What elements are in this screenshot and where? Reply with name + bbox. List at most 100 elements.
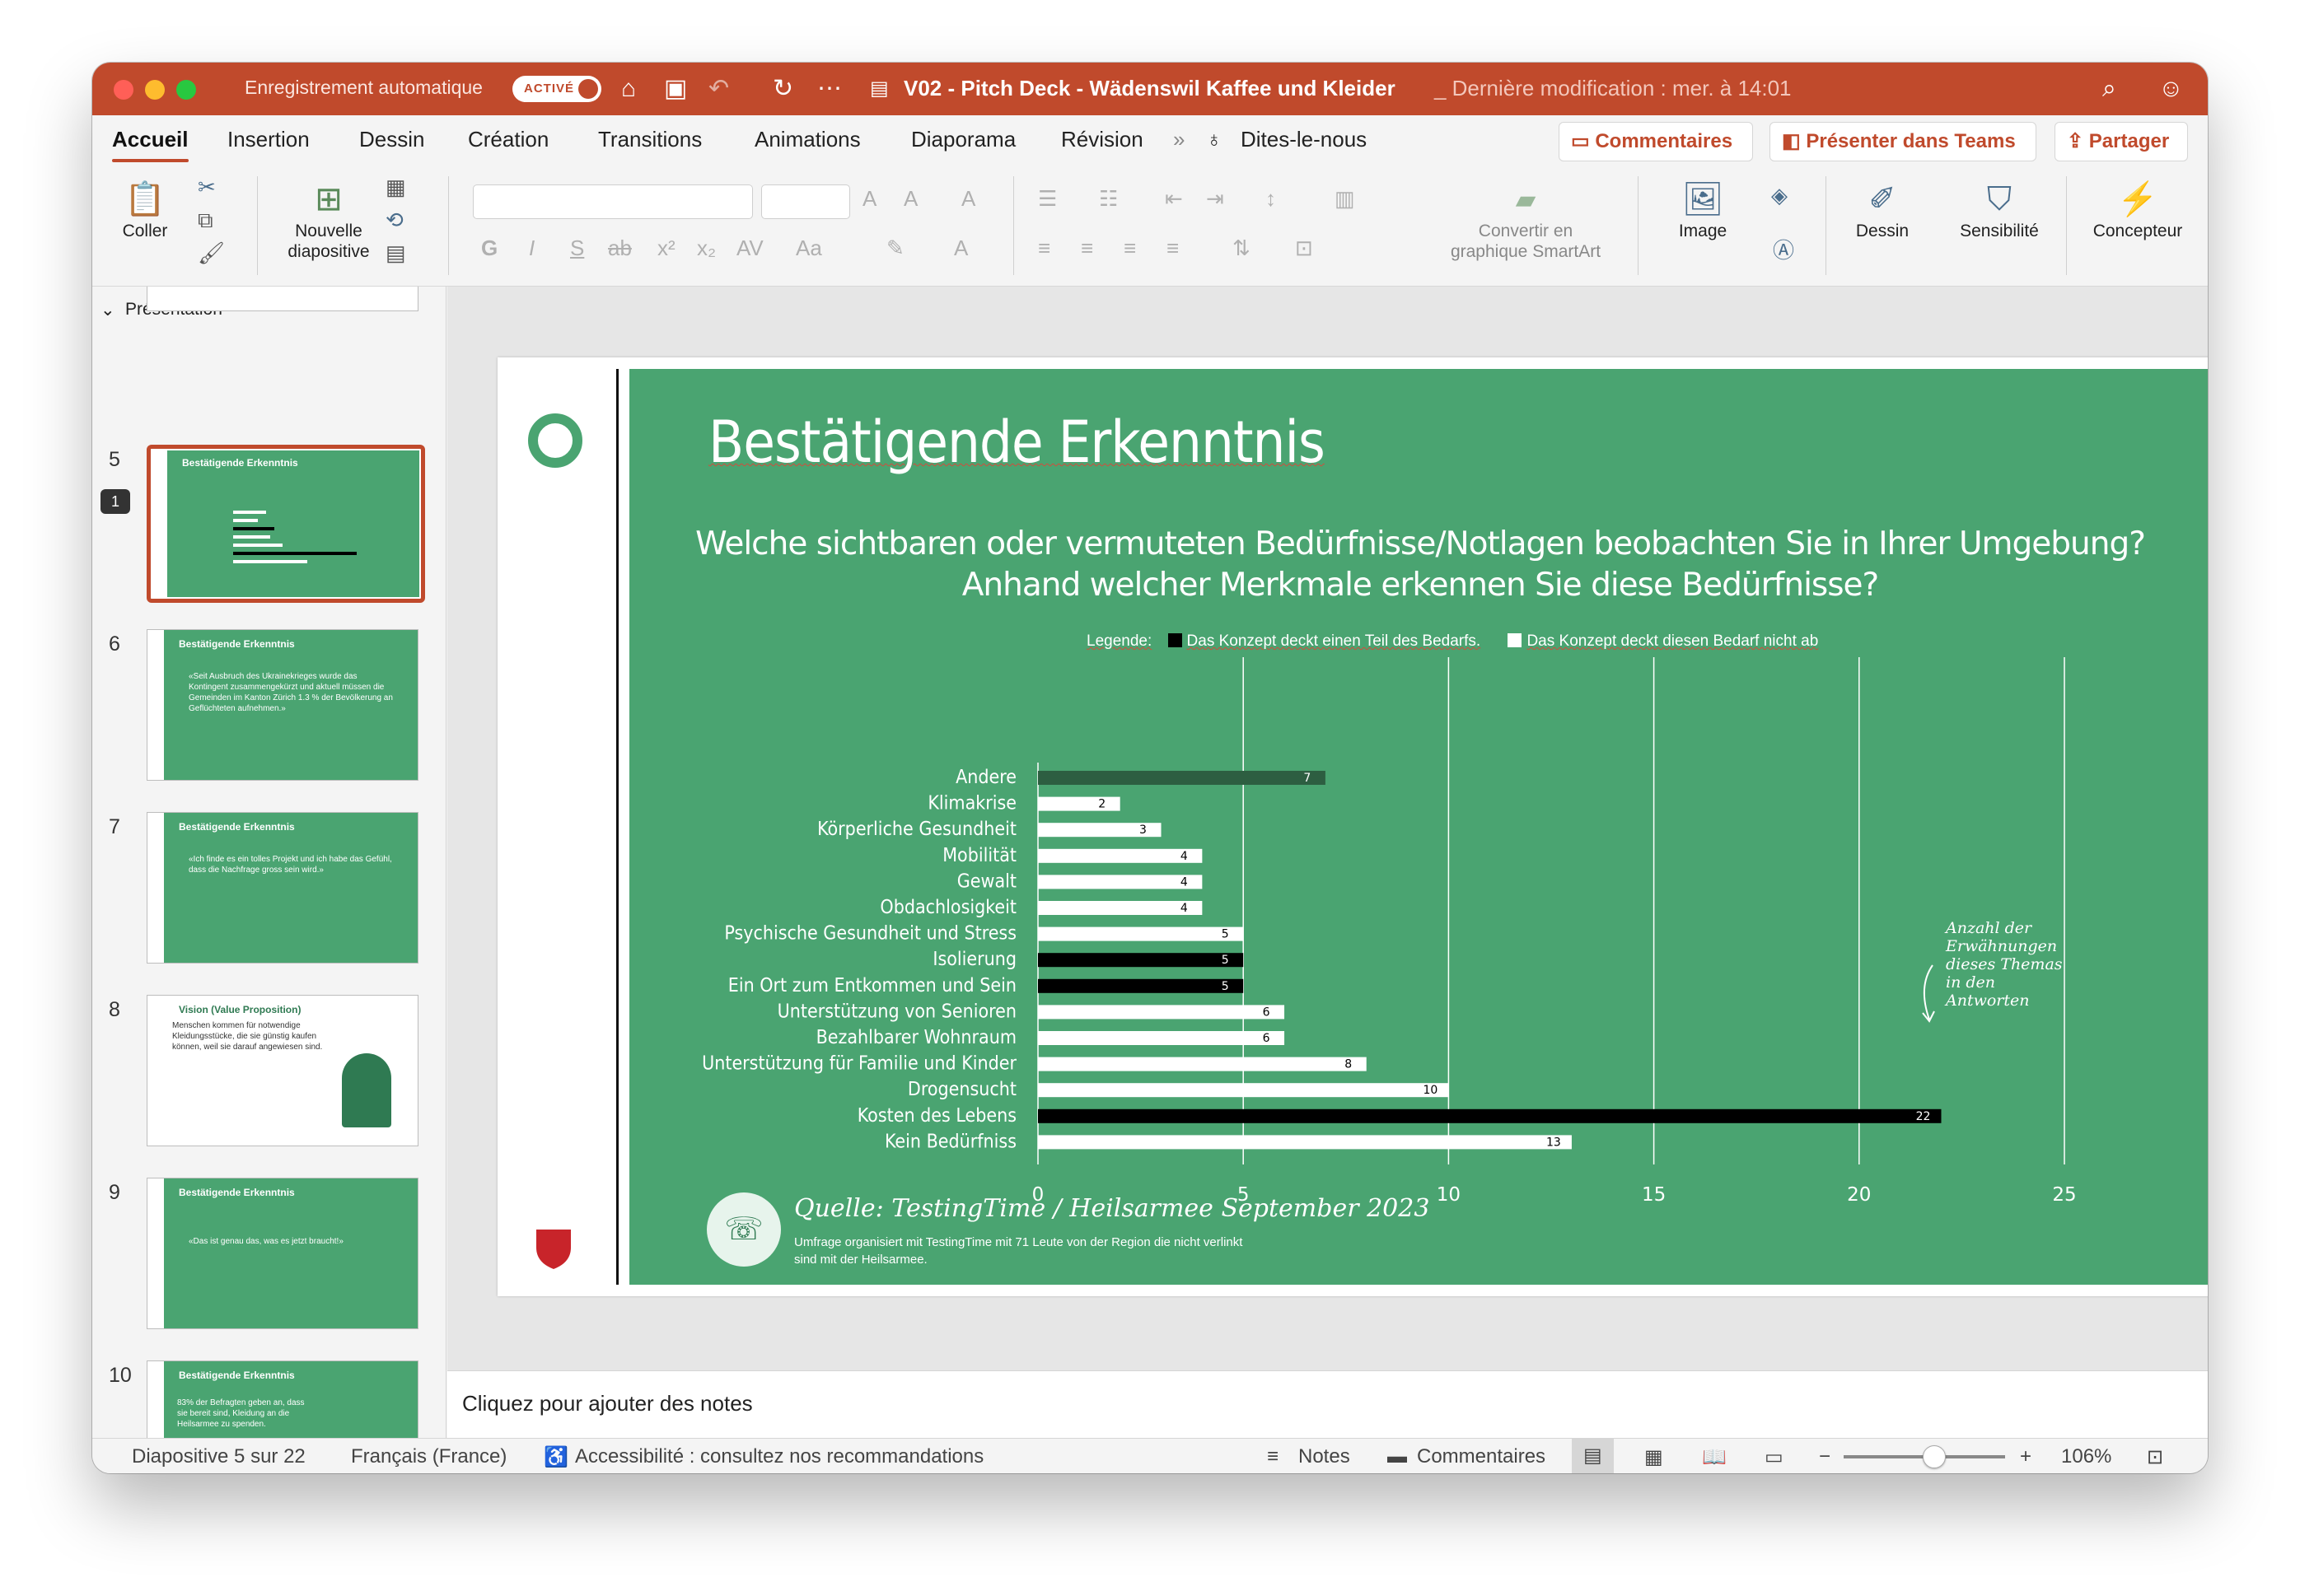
increase-indent-icon[interactable]: ⇥ bbox=[1206, 186, 1224, 212]
redo-icon[interactable]: ↻ bbox=[773, 72, 793, 105]
sensitivity-button[interactable]: ⛉ Sensibilité bbox=[1946, 178, 2053, 241]
strikethrough-icon[interactable]: ab bbox=[608, 236, 632, 261]
font-size-dropdown[interactable] bbox=[761, 184, 850, 219]
undo-icon[interactable]: ↶ bbox=[708, 72, 729, 105]
slide-thumbnail-8[interactable]: Vision (Value Proposition) Menschen komm… bbox=[147, 995, 418, 1146]
textbox-icon[interactable]: Ⓐ bbox=[1773, 234, 1794, 264]
shapes-icon[interactable]: ◈ bbox=[1771, 183, 1788, 208]
language-indicator[interactable]: Français (France) bbox=[351, 1445, 507, 1468]
share-people-icon[interactable]: ☺ bbox=[2158, 72, 2184, 105]
layout-icon[interactable]: ▦ bbox=[386, 175, 406, 200]
tab-revision[interactable]: Révision bbox=[1061, 127, 1143, 152]
align-left-icon[interactable]: ≡ bbox=[1038, 236, 1050, 261]
underline-icon[interactable]: S bbox=[570, 236, 584, 261]
bullets-icon[interactable]: ☰ bbox=[1038, 186, 1057, 212]
numbering-icon[interactable]: ☷ bbox=[1099, 186, 1118, 212]
section-icon[interactable]: ▤ bbox=[386, 240, 406, 266]
comment-badge[interactable]: 1 bbox=[101, 489, 130, 514]
line-spacing-icon[interactable]: ↕ bbox=[1265, 186, 1276, 212]
comments-toggle[interactable]: Commentaires bbox=[1417, 1445, 1545, 1468]
increase-font-icon[interactable]: A bbox=[862, 186, 877, 212]
superscript-icon[interactable]: x² bbox=[657, 236, 676, 261]
normal-view-icon[interactable]: ▤ bbox=[1572, 1439, 1614, 1473]
minimize-window-button[interactable] bbox=[145, 80, 165, 100]
close-window-button[interactable] bbox=[114, 80, 133, 100]
y-category-label: Mobilität bbox=[942, 845, 1017, 866]
draw-button[interactable]: ✐ Dessin bbox=[1837, 178, 1928, 241]
text-direction-icon[interactable]: ⇅ bbox=[1232, 236, 1251, 261]
paste-button[interactable]: 📋 Coller bbox=[112, 178, 178, 241]
slide-thumbnail-10[interactable]: Bestätigende Erkenntnis 83% der Befragte… bbox=[147, 1360, 418, 1438]
slide-thumbnail-5[interactable]: Bestätigende Erkenntnis bbox=[147, 445, 425, 603]
zoom-in-icon[interactable]: + bbox=[2020, 1445, 2031, 1468]
format-painter-icon[interactable]: 🖌 bbox=[198, 240, 225, 266]
notes-toggle[interactable]: Notes bbox=[1298, 1445, 1350, 1468]
clear-format-icon[interactable]: A bbox=[961, 186, 975, 212]
reading-view-icon[interactable]: 📖 bbox=[1702, 1445, 1727, 1469]
italic-icon[interactable]: I bbox=[529, 236, 535, 261]
zoom-slider-handle[interactable] bbox=[1922, 1445, 1946, 1468]
cut-icon[interactable]: ✂ bbox=[198, 175, 216, 200]
notes-pane[interactable]: Cliquez pour ajouter des notes bbox=[447, 1370, 2208, 1438]
slide-thumbnail-7[interactable]: Bestätigende Erkenntnis «Ich finde es ei… bbox=[147, 812, 418, 964]
highlight-icon[interactable]: ✎ bbox=[886, 236, 905, 261]
slide-content-panel: Bestätigende Erkenntnis Welche sichtbare… bbox=[629, 369, 2208, 1285]
comments-button[interactable]: ▭ Commentaires bbox=[1559, 122, 1753, 161]
accessibility-status[interactable]: Accessibilité : consultez nos recommanda… bbox=[575, 1445, 984, 1468]
section-presentation[interactable]: ⌄ bbox=[101, 300, 115, 320]
columns-icon[interactable]: ▥ bbox=[1335, 186, 1355, 212]
designer-button[interactable]: ⚡ Concepteur bbox=[2076, 178, 2199, 241]
tab-animations[interactable]: Animations bbox=[755, 127, 861, 152]
search-icon[interactable]: ⌕ bbox=[2102, 72, 2116, 105]
more-tabs-icon[interactable]: » bbox=[1173, 127, 1185, 152]
slideshow-icon[interactable]: ▭ bbox=[1765, 1445, 1783, 1469]
autosave-toggle[interactable]: ACTIVÉ bbox=[512, 76, 601, 102]
bar-value-label: 4 bbox=[1180, 902, 1188, 915]
convert-smartart-button[interactable]: ▰ Convertir en graphique SmartArt bbox=[1435, 178, 1616, 262]
subscript-icon[interactable]: x₂ bbox=[697, 236, 716, 261]
font-name-dropdown[interactable] bbox=[473, 184, 753, 219]
share-button[interactable]: ⇪ Partager bbox=[2055, 122, 2188, 161]
justify-icon[interactable]: ≡ bbox=[1166, 236, 1179, 261]
tab-accueil[interactable]: Accueil bbox=[112, 127, 189, 162]
more-icon[interactable]: ⋯ bbox=[817, 72, 842, 105]
present-in-teams-button[interactable]: ◧ Présenter dans Teams bbox=[1769, 122, 2036, 161]
home-icon[interactable]: ⌂ bbox=[621, 72, 636, 105]
fit-slide-icon[interactable]: ⊡ bbox=[2147, 1445, 2163, 1469]
change-case-icon[interactable]: Aa bbox=[796, 236, 822, 261]
tab-transitions[interactable]: Transitions bbox=[598, 127, 702, 152]
align-center-icon[interactable]: ≡ bbox=[1081, 236, 1093, 261]
x-tick-label: 10 bbox=[1437, 1184, 1461, 1206]
document-title[interactable]: V02 - Pitch Deck - Wädenswil Kaffee und … bbox=[904, 76, 1792, 101]
current-slide[interactable]: Bestätigende Erkenntnis Welche sichtbare… bbox=[498, 357, 2208, 1296]
new-slide-button[interactable]: ⊞ Nouvelle diapositive bbox=[275, 178, 382, 262]
slide-number: 10 bbox=[109, 1364, 132, 1387]
spacing-icon[interactable]: AV bbox=[736, 236, 764, 261]
bold-icon[interactable]: G bbox=[481, 236, 498, 261]
slide-thumbnail-6[interactable]: Bestätigende Erkenntnis «Seit Ausbruch d… bbox=[147, 629, 418, 781]
tell-me-box[interactable]: Dites-le-nous bbox=[1241, 127, 1367, 152]
decrease-font-icon[interactable]: A bbox=[904, 186, 918, 212]
slide-thumbnail-9[interactable]: Bestätigende Erkenntnis «Das ist genau d… bbox=[147, 1178, 418, 1329]
slide-thumbnail-pane[interactable]: ⌄ Présentation 5 1 Bestätigende Erkenntn… bbox=[92, 287, 446, 1438]
copy-icon[interactable]: ⧉ bbox=[198, 208, 213, 234]
designer-icon: ⚡ bbox=[2117, 181, 2158, 217]
reset-icon[interactable]: ⟲ bbox=[386, 208, 404, 233]
tab-dessin[interactable]: Dessin bbox=[359, 127, 424, 152]
zoom-out-icon[interactable]: − bbox=[1819, 1445, 1830, 1468]
maximize-window-button[interactable] bbox=[176, 80, 196, 100]
y-category-label: Unterstützung von Senioren bbox=[778, 1001, 1017, 1022]
align-right-icon[interactable]: ≡ bbox=[1124, 236, 1136, 261]
font-color-icon[interactable]: A bbox=[954, 236, 968, 261]
image-button[interactable]: 🖼 Image bbox=[1657, 178, 1748, 241]
bar-chart[interactable]: 0 5 10 15 20 25Andere 7Klimakrise 2Körperliche … bbox=[629, 369, 2208, 1285]
tab-diaporama[interactable]: Diaporama bbox=[911, 127, 1016, 152]
zoom-level[interactable]: 106% bbox=[2061, 1445, 2111, 1468]
decrease-indent-icon[interactable]: ⇤ bbox=[1165, 186, 1183, 212]
tab-insertion[interactable]: Insertion bbox=[227, 127, 310, 152]
tab-creation[interactable]: Création bbox=[468, 127, 549, 152]
slide-thumbnail-partial[interactable] bbox=[147, 287, 418, 311]
align-text-icon[interactable]: ⊡ bbox=[1295, 236, 1313, 261]
save-icon[interactable]: ▣ bbox=[664, 72, 687, 105]
slide-sorter-icon[interactable]: ▦ bbox=[1644, 1445, 1663, 1469]
